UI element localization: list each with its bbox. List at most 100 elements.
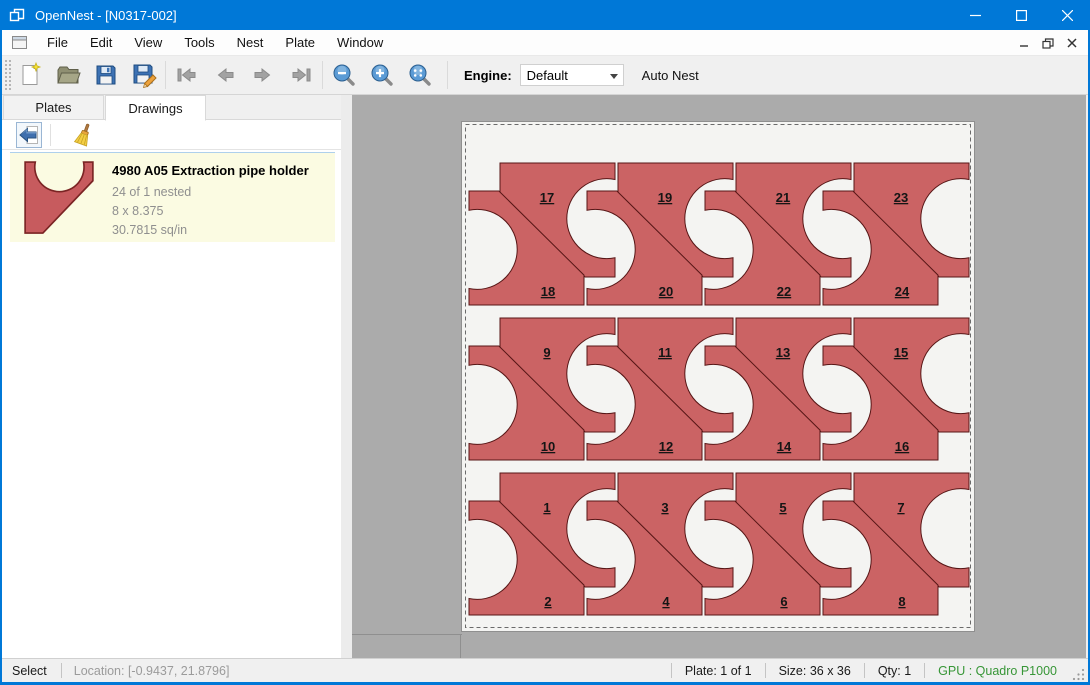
part-number-label: 11	[658, 345, 672, 360]
menu-file[interactable]: File	[36, 31, 79, 54]
menu-bar: File Edit View Tools Nest Plate Window	[2, 30, 1088, 56]
blue-arrow-page-icon	[18, 124, 40, 146]
part-number-label: 12	[659, 439, 673, 454]
child-minimize-button[interactable]	[1012, 32, 1036, 54]
part-number-label: 23	[894, 190, 908, 205]
part-number-label: 18	[541, 284, 555, 299]
part-number-label: 6	[780, 594, 787, 609]
resize-grip[interactable]	[1072, 664, 1086, 682]
previous-arrow-icon	[212, 62, 238, 88]
drawing-nested-count: 24 of 1 nested	[112, 183, 309, 202]
next-arrow-icon	[250, 62, 276, 88]
new-file-icon	[17, 62, 43, 88]
menu-window[interactable]: Window	[326, 31, 394, 54]
window-border-left	[0, 30, 2, 682]
part-number-label: 15	[894, 345, 908, 360]
zoom-out-icon	[331, 62, 357, 88]
clear-nesting-button[interactable]	[71, 122, 97, 148]
last-arrow-icon	[288, 62, 314, 88]
status-qty: Qty: 1	[865, 664, 924, 678]
next-plate-button[interactable]	[244, 58, 282, 92]
last-plate-button[interactable]	[282, 58, 320, 92]
part-number-label: 21	[776, 190, 790, 205]
part-number-label: 2	[544, 594, 551, 609]
child-restore-button[interactable]	[1036, 32, 1060, 54]
close-button[interactable]	[1044, 0, 1090, 30]
assign-drawing-button[interactable]	[16, 122, 42, 148]
part-number-label: 4	[662, 594, 670, 609]
save-icon	[93, 62, 119, 88]
engine-select[interactable]: Default	[520, 64, 624, 86]
child-close-button[interactable]	[1060, 32, 1084, 54]
status-bar: Select Location: [-0.9437, 21.8796] Plat…	[2, 658, 1088, 682]
status-plate: Plate: 1 of 1	[672, 664, 765, 678]
part-number-label: 9	[543, 345, 550, 360]
main-toolbar: Engine: Default Auto Nest	[2, 56, 1088, 95]
part-number-label: 7	[897, 500, 904, 515]
tab-drawings[interactable]: Drawings	[105, 95, 206, 121]
zoom-fit-button[interactable]	[401, 58, 439, 92]
menu-tools[interactable]: Tools	[173, 31, 225, 54]
app-icon	[9, 7, 25, 23]
menu-plate[interactable]: Plate	[274, 31, 326, 54]
part-number-label: 14	[777, 439, 792, 454]
title-bar[interactable]: OpenNest - [N0317-002]	[0, 0, 1090, 30]
part-number-label: 16	[895, 439, 909, 454]
zoom-fit-icon	[407, 62, 433, 88]
part-number-label: 5	[779, 500, 786, 515]
drawing-dimensions: 8 x 8.375	[112, 202, 309, 221]
status-mode: Select	[2, 664, 61, 678]
part-number-label: 10	[541, 439, 555, 454]
auto-nest-button[interactable]: Auto Nest	[642, 68, 699, 83]
save-button[interactable]	[87, 58, 125, 92]
chevron-down-icon	[610, 74, 618, 79]
plate-guide-line-v	[460, 634, 461, 658]
sidebar-scrollbar[interactable]	[341, 95, 352, 658]
plate-svg: 171819202122232491011121314151612345678	[461, 121, 975, 632]
part-number-label: 3	[661, 500, 668, 515]
open-folder-icon	[55, 62, 81, 88]
drawing-area: 30.7815 sq/in	[112, 221, 309, 240]
engine-label: Engine:	[464, 68, 512, 83]
part-number-label: 24	[895, 284, 910, 299]
sidebar: Plates Drawings	[2, 95, 341, 658]
save-as-icon	[131, 62, 157, 88]
save-as-button[interactable]	[125, 58, 163, 92]
sidebar-tabs: Plates Drawings	[2, 95, 341, 120]
part-thumbnail	[20, 160, 98, 242]
engine-selected-value: Default	[527, 68, 568, 83]
part-number-label: 13	[776, 345, 790, 360]
plate-guide-line-h	[352, 634, 462, 635]
menu-view[interactable]: View	[123, 31, 173, 54]
minimize-button[interactable]	[952, 0, 998, 30]
previous-plate-button[interactable]	[206, 58, 244, 92]
status-location: Location: [-0.9437, 21.8796]	[62, 664, 242, 678]
tab-plates[interactable]: Plates	[3, 95, 104, 120]
drawing-title: 4980 A05 Extraction pipe holder	[112, 163, 309, 178]
part-number-label: 22	[777, 284, 791, 299]
zoom-in-button[interactable]	[363, 58, 401, 92]
first-plate-button[interactable]	[168, 58, 206, 92]
drawing-list-item[interactable]: 4980 A05 Extraction pipe holder 24 of 1 …	[10, 152, 335, 242]
part-number-label: 20	[659, 284, 673, 299]
status-size: Size: 36 x 36	[766, 664, 864, 678]
opennest-window: OpenNest - [N0317-002] File Edit View To…	[0, 0, 1090, 685]
first-arrow-icon	[174, 62, 200, 88]
open-button[interactable]	[49, 58, 87, 92]
part-number-label: 8	[898, 594, 905, 609]
menu-edit[interactable]: Edit	[79, 31, 123, 54]
zoom-out-button[interactable]	[325, 58, 363, 92]
part-number-label: 17	[540, 190, 554, 205]
window-title: OpenNest - [N0317-002]	[35, 8, 177, 23]
nesting-canvas[interactable]: 171819202122232491011121314151612345678	[352, 95, 1086, 658]
broom-icon	[72, 123, 96, 147]
drawings-toolbar	[2, 121, 341, 150]
child-window-icon[interactable]	[12, 36, 27, 49]
part-number-label: 1	[543, 500, 550, 515]
status-gpu: GPU : Quadro P1000	[925, 664, 1070, 678]
part-number-label: 19	[658, 190, 672, 205]
new-file-button[interactable]	[11, 58, 49, 92]
menu-nest[interactable]: Nest	[226, 31, 275, 54]
maximize-button[interactable]	[998, 0, 1044, 30]
zoom-in-icon	[369, 62, 395, 88]
